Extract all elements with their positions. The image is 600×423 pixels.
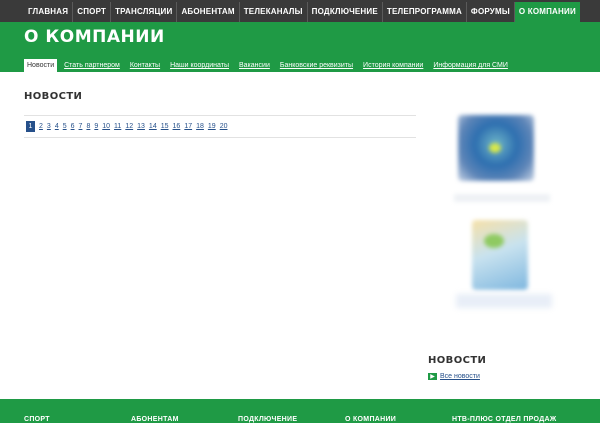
subnav-item-news[interactable]: Новости bbox=[24, 59, 58, 72]
page-link[interactable]: 3 bbox=[47, 121, 51, 132]
top-bar: ГЛАВНАЯ СПОРТ ТРАНСЛЯЦИИ АБОНЕНТАМ ТЕЛЕК… bbox=[0, 0, 600, 22]
banner-graphic bbox=[484, 234, 504, 248]
pagination: 1 2 3 4 5 6 7 8 9 10 11 12 13 14 15 16 1… bbox=[24, 115, 416, 138]
footer-link-about[interactable]: О КОМПАНИИ bbox=[345, 416, 396, 423]
footer-link-subscribers[interactable]: АБОНЕНТАМ bbox=[131, 416, 179, 423]
page-link[interactable]: 11 bbox=[114, 121, 121, 132]
page: ГЛАВНАЯ СПОРТ ТРАНСЛЯЦИИ АБОНЕНТАМ ТЕЛЕК… bbox=[0, 0, 600, 423]
page-link[interactable]: 2 bbox=[39, 121, 43, 132]
page-link[interactable]: 4 bbox=[55, 121, 59, 132]
banner-caption-blurred bbox=[454, 194, 550, 202]
page-link[interactable]: 13 bbox=[137, 121, 145, 132]
sub-navigation: Новости Стать партнером Контакты Наши ко… bbox=[24, 59, 515, 72]
topnav-item-broadcasts[interactable]: ТРАНСЛЯЦИИ bbox=[111, 2, 178, 22]
footer-link-sales[interactable]: НТВ-ПЛЮС ОТДЕЛ ПРОДАЖ bbox=[452, 416, 556, 423]
all-news-label[interactable]: Все новости bbox=[440, 373, 480, 380]
topnav-item-channels[interactable]: ТЕЛЕКАНАЛЫ bbox=[240, 2, 308, 22]
topnav-item-forums[interactable]: ФОРУМЫ bbox=[467, 2, 515, 22]
page-link[interactable]: 17 bbox=[184, 121, 192, 132]
subnav-item-history[interactable]: История компании bbox=[360, 59, 426, 72]
topnav-item-tv-guide[interactable]: ТЕЛЕПРОГРАММА bbox=[383, 2, 467, 22]
sidebar-news-heading: НОВОСТИ bbox=[428, 355, 487, 366]
page-link[interactable]: 9 bbox=[94, 121, 98, 132]
page-link[interactable]: 15 bbox=[161, 121, 169, 132]
subnav-item-vacancies[interactable]: Вакансии bbox=[236, 59, 273, 72]
page-link[interactable]: 19 bbox=[208, 121, 216, 132]
page-link[interactable]: 7 bbox=[79, 121, 83, 132]
banner-caption-blurred bbox=[456, 294, 552, 308]
promo-banner-image[interactable] bbox=[472, 220, 528, 290]
section-header: О КОМПАНИИ Новости Стать партнером Конта… bbox=[0, 22, 600, 72]
page-link[interactable]: 20 bbox=[220, 121, 228, 132]
page-title: О КОМПАНИИ bbox=[24, 27, 165, 47]
pagination-pages: 1 2 3 4 5 6 7 8 9 10 11 12 13 14 15 16 1… bbox=[26, 121, 232, 132]
subnav-item-become-partner[interactable]: Стать партнером bbox=[61, 59, 123, 72]
page-link[interactable]: 12 bbox=[125, 121, 133, 132]
page-link[interactable]: 14 bbox=[149, 121, 157, 132]
page-link[interactable]: 18 bbox=[196, 121, 204, 132]
subnav-item-contacts[interactable]: Контакты bbox=[127, 59, 163, 72]
news-heading: НОВОСТИ bbox=[24, 91, 83, 102]
subnav-item-bank-details[interactable]: Банковские реквизиты bbox=[277, 59, 356, 72]
page-link[interactable]: 16 bbox=[173, 121, 181, 132]
arrow-right-icon: ▶ bbox=[428, 373, 437, 380]
footer-link-sport[interactable]: СПОРТ bbox=[24, 416, 50, 423]
footer-link-connection[interactable]: ПОДКЛЮЧЕНИЕ bbox=[238, 416, 297, 423]
all-news-link[interactable]: ▶ Все новости bbox=[428, 373, 480, 380]
subnav-item-coordinates[interactable]: Наши координаты bbox=[167, 59, 232, 72]
topnav-item-subscribers[interactable]: АБОНЕНТАМ bbox=[177, 2, 240, 22]
topnav-item-sport[interactable]: СПОРТ bbox=[73, 2, 112, 22]
top-navigation: ГЛАВНАЯ СПОРТ ТРАНСЛЯЦИИ АБОНЕНТАМ ТЕЛЕК… bbox=[0, 2, 580, 22]
promo-banner-image[interactable] bbox=[458, 115, 534, 181]
page-link[interactable]: 5 bbox=[63, 121, 67, 132]
footer: СПОРТ АБОНЕНТАМ ПОДКЛЮЧЕНИЕ О КОМПАНИИ Н… bbox=[0, 399, 600, 423]
page-link-current[interactable]: 1 bbox=[26, 121, 35, 132]
page-link[interactable]: 6 bbox=[71, 121, 75, 132]
page-link[interactable]: 10 bbox=[102, 121, 110, 132]
banner-graphic bbox=[489, 143, 501, 153]
topnav-item-home[interactable]: ГЛАВНАЯ bbox=[0, 2, 74, 22]
page-link[interactable]: 8 bbox=[86, 121, 90, 132]
topnav-item-connection[interactable]: ПОДКЛЮЧЕНИЕ bbox=[308, 2, 383, 22]
topnav-item-about[interactable]: О КОМПАНИИ bbox=[514, 2, 580, 22]
subnav-item-media-info[interactable]: Информация для СМИ bbox=[430, 59, 511, 72]
